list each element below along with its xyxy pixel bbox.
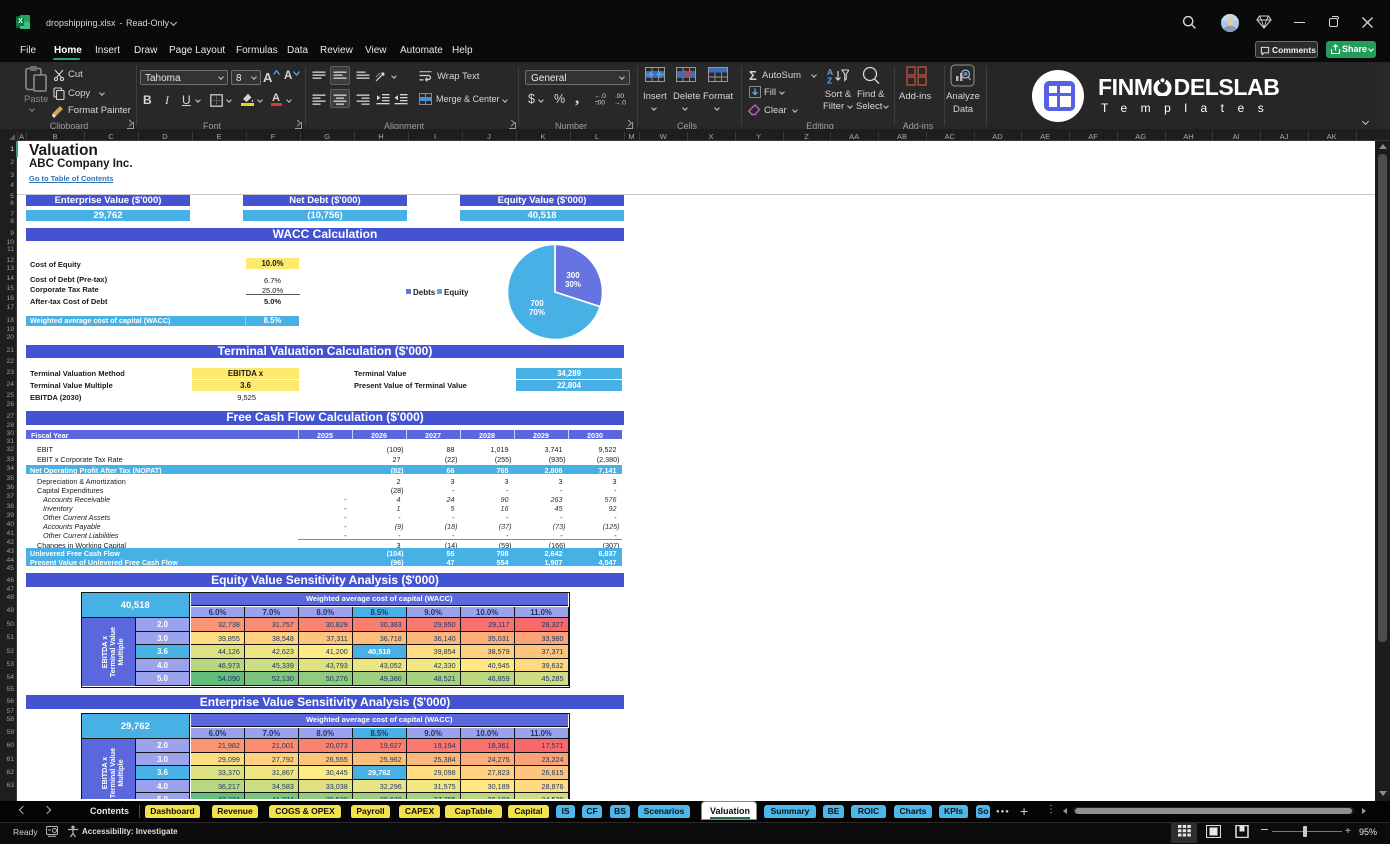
svg-text:→.0: →.0 [614,100,626,106]
svg-text:Z: Z [827,76,832,85]
svg-text:.00: .00 [596,100,605,106]
